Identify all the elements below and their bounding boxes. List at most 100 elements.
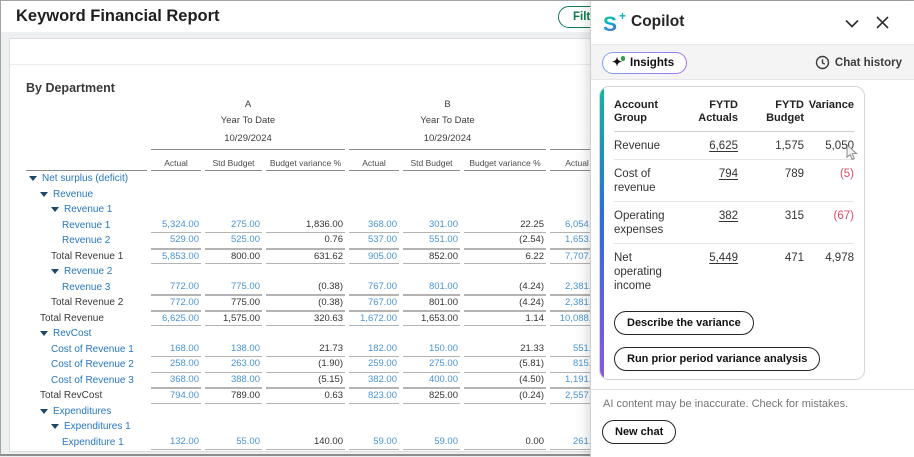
cell-value-link[interactable]: 537.00: [349, 233, 399, 249]
cell-value: (0.38): [266, 295, 345, 311]
cell-value-link[interactable]: 775.00: [205, 280, 262, 296]
cell-value-link[interactable]: 138.00: [205, 342, 262, 358]
cell-value-link[interactable]: 388.00: [205, 373, 262, 389]
insight-card: Account GroupFYTD ActualsFYTD BudgetVari…: [599, 86, 865, 380]
row-label[interactable]: Revenue 2: [26, 264, 147, 280]
chat-history-button[interactable]: Chat history: [815, 55, 902, 70]
cell-value-link[interactable]: 301.00: [403, 218, 460, 234]
cell-value: 1.14: [464, 311, 546, 327]
cell-value-link[interactable]: 1,672.00: [349, 311, 399, 327]
cell-value-link[interactable]: 529.00: [151, 233, 201, 249]
cell-value-link[interactable]: 150.00: [403, 342, 460, 358]
cell-value: [403, 187, 460, 203]
chevron-down-icon[interactable]: [843, 14, 861, 33]
row-label[interactable]: Revenue 2: [26, 233, 147, 249]
cell-value-link[interactable]: 132.00: [151, 435, 201, 451]
cell-value-link[interactable]: 525.00: [205, 233, 262, 249]
cell-value-link[interactable]: 59.00: [403, 435, 460, 451]
row-label[interactable]: Revenue 1: [26, 218, 147, 234]
cell-value: 320.63: [266, 311, 345, 327]
cell-value-link[interactable]: 400.00: [403, 373, 460, 389]
collapse-caret-icon[interactable]: [40, 192, 48, 197]
copilot-header: S + Copilot: [591, 1, 914, 45]
suggestion-button[interactable]: Run prior period variance analysis: [614, 347, 820, 371]
summary-actuals-link[interactable]: 382: [680, 202, 738, 244]
cell-value-link[interactable]: 772.00: [151, 280, 201, 296]
summary-variance: (67): [804, 202, 854, 244]
cell-value: [403, 264, 460, 280]
cell-value-link[interactable]: 6,625.00: [151, 311, 201, 327]
cell-value-link[interactable]: 767.00: [349, 295, 399, 311]
new-chat-button[interactable]: New chat: [602, 420, 676, 444]
cell-value: 800.00: [205, 249, 262, 265]
collapse-caret-icon[interactable]: [40, 331, 48, 336]
cell-value-link[interactable]: 168.00: [151, 342, 201, 358]
cell-value: [151, 264, 201, 280]
cell-value: [151, 419, 201, 435]
row-label[interactable]: Revenue 1: [26, 202, 147, 218]
row-label[interactable]: Expenditure 1: [26, 435, 147, 451]
cell-value-link[interactable]: 275.00: [205, 218, 262, 234]
cell-value-link[interactable]: 263.00: [205, 357, 262, 373]
collapse-caret-icon[interactable]: [51, 269, 59, 274]
cell-value: (2.54): [464, 233, 546, 249]
row-label[interactable]: RevCost: [26, 326, 147, 342]
row-label[interactable]: Revenue: [26, 187, 147, 203]
cell-value-link[interactable]: 182.00: [349, 342, 399, 358]
summary-actuals-link[interactable]: 5,449: [680, 244, 738, 299]
insights-button[interactable]: ✦ Insights: [602, 52, 687, 74]
summary-actuals-link[interactable]: 794: [680, 160, 738, 202]
cell-value-link[interactable]: 905.00: [349, 249, 399, 265]
cell-value-link[interactable]: 5,853.00: [151, 249, 201, 265]
cell-value-link[interactable]: 258.00: [151, 357, 201, 373]
cell-value-link[interactable]: 5,324.00: [151, 218, 201, 234]
summary-actuals-link[interactable]: 6,625: [680, 132, 738, 160]
row-label[interactable]: Cost of Revenue 3: [26, 373, 147, 389]
cell-value: (0.38): [266, 280, 345, 296]
cell-value-link[interactable]: 259.00: [349, 357, 399, 373]
collapse-caret-icon[interactable]: [51, 207, 59, 212]
cell-value-link[interactable]: 382.00: [349, 373, 399, 389]
cell-value-link[interactable]: 55.00: [205, 435, 262, 451]
summary-budget: 1,575: [738, 132, 804, 160]
cell-value-link[interactable]: 275.00: [403, 357, 460, 373]
suggestion-buttons: Describe the variance Run prior period va…: [614, 311, 854, 380]
cell-value-link[interactable]: 772.00: [151, 295, 201, 311]
cell-value-link[interactable]: 823.00: [349, 388, 399, 404]
cell-value: [151, 202, 201, 218]
cell-value: [151, 187, 201, 203]
summary-column-header: Variance: [804, 92, 854, 132]
row-label[interactable]: Expenditures 1: [26, 419, 147, 435]
cell-value: [349, 171, 399, 187]
cell-value: [266, 171, 345, 187]
cell-value-link[interactable]: 794.00: [151, 388, 201, 404]
row-label[interactable]: Cost of Revenue 2: [26, 357, 147, 373]
row-label: Total Revenue 1: [26, 249, 147, 265]
cell-value: [266, 187, 345, 203]
svg-text:+: +: [619, 10, 626, 23]
cell-value-link[interactable]: 767.00: [349, 280, 399, 296]
copilot-title: Copilot: [631, 13, 684, 31]
cell-value: [151, 404, 201, 420]
collapse-caret-icon[interactable]: [29, 176, 37, 181]
cell-value-link[interactable]: 59.00: [349, 435, 399, 451]
close-icon[interactable]: [874, 14, 891, 34]
row-label[interactable]: Cost of Revenue 1: [26, 342, 147, 358]
cell-value: [349, 419, 399, 435]
cell-value: [349, 202, 399, 218]
row-label[interactable]: Revenue 3: [26, 280, 147, 296]
cell-value: [205, 326, 262, 342]
suggestion-button[interactable]: Describe the variance: [614, 311, 754, 335]
cell-value-link[interactable]: 551.00: [403, 233, 460, 249]
cell-value-link[interactable]: 368.00: [151, 373, 201, 389]
copilot-panel: S + Copilot ✦ Insights Chat history Acco…: [590, 1, 914, 457]
cell-value: [266, 326, 345, 342]
collapse-caret-icon[interactable]: [51, 424, 59, 429]
row-label[interactable]: Expenditures: [26, 404, 147, 420]
row-label[interactable]: Net surplus (deficit): [26, 171, 147, 187]
cell-value: 801.00: [403, 295, 460, 311]
cell-value-link[interactable]: 368.00: [349, 218, 399, 234]
cell-value: 140.00: [266, 435, 345, 451]
cell-value-link[interactable]: 801.00: [403, 280, 460, 296]
collapse-caret-icon[interactable]: [40, 409, 48, 414]
